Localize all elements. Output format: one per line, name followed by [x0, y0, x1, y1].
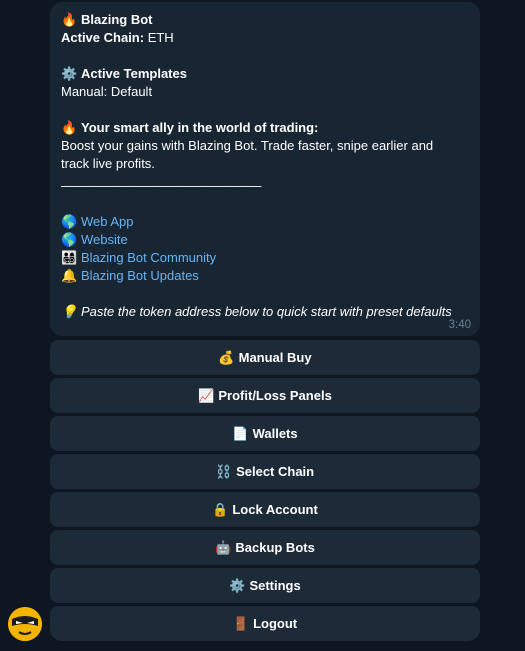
backup-bots-label: Backup Bots — [235, 540, 315, 555]
lock-account-button[interactable]: 🔒 Lock Account — [50, 492, 480, 527]
door-icon: 🚪 — [232, 615, 250, 631]
active-chain-label: Active Chain: — [61, 30, 145, 45]
lightbulb-icon: 💡 — [61, 304, 78, 319]
logout-button[interactable]: 🚪 Logout — [50, 606, 480, 641]
inline-keyboard: 💰 Manual Buy 📈 Profit/Loss Panels 📄 Wallets… — [50, 340, 480, 644]
website-link[interactable]: Website — [81, 232, 128, 247]
link-website[interactable]: 🌎 Website — [61, 231, 469, 249]
templates-heading: Active Templates — [81, 66, 187, 81]
profit-loss-panels-label: Profit/Loss Panels — [218, 388, 332, 403]
updates-link[interactable]: Blazing Bot Updates — [81, 268, 199, 283]
chat-view: 🔥 Blazing Bot Active Chain: ETH ⚙️ Active … — [0, 0, 525, 651]
ally-heading-line: 🔥 Your smart ally in the world of trading… — [61, 119, 469, 137]
wallets-label: Wallets — [252, 426, 298, 441]
lock-icon: 🔒 — [212, 501, 229, 517]
robot-icon: 🤖 — [215, 539, 232, 555]
gear-icon: ⚙️ — [229, 577, 246, 593]
settings-label: Settings — [249, 578, 301, 593]
manual-buy-button[interactable]: 💰 Manual Buy — [50, 340, 480, 375]
settings-button[interactable]: ⚙️ Settings — [50, 568, 480, 603]
web-app-link[interactable]: Web App — [81, 214, 134, 229]
tip-line: 💡 Paste the token address below to quick … — [61, 303, 469, 321]
gear-icon: ⚙️ — [61, 66, 78, 81]
wallets-button[interactable]: 📄 Wallets — [50, 416, 480, 451]
link-web-app[interactable]: 🌎 Web App — [61, 213, 469, 231]
logout-label: Logout — [253, 616, 298, 631]
chart-increasing-icon: 📈 — [198, 387, 215, 403]
active-chain-line: Active Chain: ETH — [61, 29, 469, 47]
chain-icon: ⛓️ — [215, 463, 233, 479]
description: Boost your gains with Blazing Bot. Trade… — [61, 138, 434, 171]
bot-name-line: 🔥 Blazing Bot — [61, 11, 469, 29]
money-bag-icon: 💰 — [218, 349, 235, 365]
profit-loss-panels-button[interactable]: 📈 Profit/Loss Panels — [50, 378, 480, 413]
separator: ———————————————— — [61, 178, 262, 193]
link-community[interactable]: 👨‍👩‍👧‍👦 Blazing Bot Community — [61, 249, 469, 267]
bot-name: Blazing Bot — [81, 12, 153, 27]
manual-buy-label: Manual Buy — [238, 350, 312, 365]
bot-avatar[interactable] — [8, 607, 42, 641]
templates-value: Manual: Default — [61, 84, 153, 99]
backup-bots-button[interactable]: 🤖 Backup Bots — [50, 530, 480, 565]
active-chain-value: ETH — [144, 30, 174, 45]
fire-icon: 🔥 — [61, 120, 78, 135]
community-link[interactable]: Blazing Bot Community — [81, 250, 216, 265]
select-chain-label: Select Chain — [236, 464, 315, 479]
bell-icon: 🔔 — [61, 268, 78, 283]
ninja-logo-icon — [8, 607, 42, 641]
ally-heading: Your smart ally in the world of trading: — [81, 120, 319, 135]
fire-icon: 🔥 — [61, 12, 78, 27]
templates-heading-line: ⚙️ Active Templates — [61, 65, 469, 83]
tip-text: Paste the token address below to quick s… — [81, 304, 452, 319]
people-icon: 👨‍👩‍👧‍👦 — [61, 250, 78, 265]
page-icon: 📄 — [232, 425, 249, 441]
message-time: 3:40 — [448, 319, 471, 331]
bot-message-bubble: 🔥 Blazing Bot Active Chain: ETH ⚙️ Active … — [50, 2, 480, 336]
globe-icon: 🌎 — [61, 232, 78, 247]
globe-icon: 🌎 — [61, 214, 78, 229]
lock-account-label: Lock Account — [232, 502, 318, 517]
select-chain-button[interactable]: ⛓️ Select Chain — [50, 454, 480, 489]
link-updates[interactable]: 🔔 Blazing Bot Updates — [61, 267, 469, 285]
